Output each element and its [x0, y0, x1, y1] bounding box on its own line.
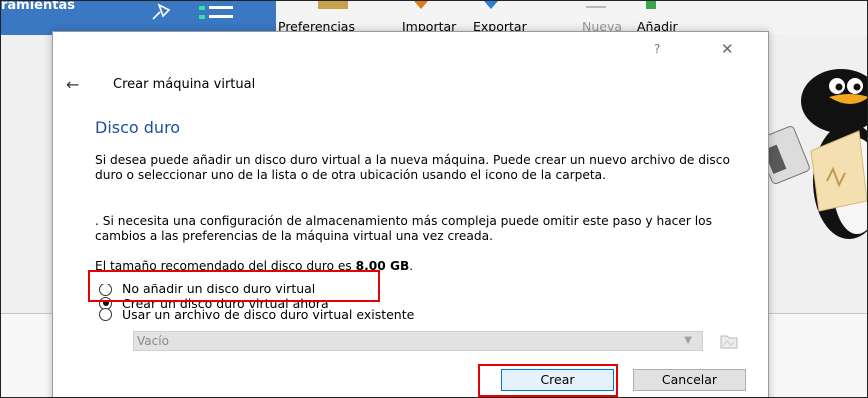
recommended-size-value: 8.00 GB — [355, 259, 410, 273]
recommended-size-prefix: El tamaño recomendado del disco duro es — [95, 259, 356, 273]
screenshot-frame: ramientas Preferencias Importar Exportar… — [0, 0, 868, 398]
radio-existing-disk[interactable]: Usar un archivo de disco duro virtual ex… — [99, 305, 414, 323]
folder-icon[interactable] — [719, 332, 739, 350]
tux-penguin-illustration-icon — [759, 69, 867, 239]
dialog-title: Crear máquina virtual — [113, 77, 256, 92]
recommended-size-text: El tamaño recomendado del disco duro es … — [95, 259, 745, 274]
main-toolbar: Preferencias Importar Exportar Nueva Aña… — [276, 1, 867, 35]
import-icon — [414, 1, 428, 9]
pin-icon[interactable] — [149, 1, 175, 23]
close-icon[interactable]: ✕ — [721, 40, 734, 58]
help-button[interactable]: ? — [654, 42, 660, 56]
radio-existing-disk-label: Usar un archivo de disco duro virtual ex… — [122, 306, 415, 322]
preferences-icon — [318, 1, 348, 9]
recommended-size-suffix: . — [409, 259, 414, 273]
create-vm-dialog: ? ✕ ← Crear máquina virtual Disco duro S… — [52, 31, 769, 397]
tools-panel-header: ramientas — [1, 1, 276, 35]
chevron-down-icon: ▼ — [684, 335, 692, 346]
back-arrow-icon[interactable]: ← — [66, 75, 79, 94]
add-icon — [646, 1, 656, 9]
existing-disk-select[interactable]: Vacío ▼ — [133, 331, 703, 351]
intro-paragraph: Si desea puede añadir un disco duro virt… — [95, 153, 730, 182]
list-view-icon[interactable] — [197, 3, 237, 25]
new-icon — [586, 6, 606, 8]
radio-existing-disk-button[interactable] — [99, 307, 112, 321]
section-title: Disco duro — [95, 118, 181, 137]
tools-panel-title: ramientas — [1, 0, 75, 13]
cancel-button[interactable]: Cancelar — [633, 369, 746, 391]
advanced-note-paragraph: . Si necesita una configuración de almac… — [95, 214, 712, 243]
existing-disk-select-value: Vacío — [137, 334, 169, 348]
export-icon — [484, 1, 498, 9]
create-button[interactable]: Crear — [501, 369, 614, 391]
